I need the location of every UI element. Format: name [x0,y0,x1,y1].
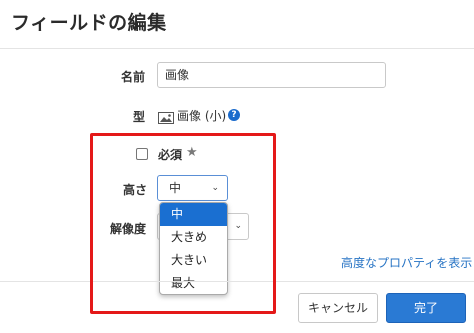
image-icon [158,109,174,128]
required-label: 必須 [158,148,183,162]
name-input[interactable]: 画像 [157,62,386,88]
chevron-down-icon: ⌄ [234,221,242,231]
header-divider [0,48,474,49]
dropdown-option[interactable]: 大きめ [160,226,227,249]
dropdown-option[interactable]: 大きい [160,249,227,272]
help-icon[interactable]: ? [228,109,240,121]
name-label: 名前 [121,70,146,84]
done-button[interactable]: 完了 [386,293,466,323]
height-label: 高さ [123,183,148,197]
type-label: 型 [133,110,146,124]
dropdown-option[interactable]: 中 [160,203,227,226]
resolution-label: 解像度 [110,222,147,236]
star-icon: ★ [186,145,198,160]
dialog-title: フィールドの編集 [11,12,167,34]
footer-divider [0,281,474,282]
cancel-button[interactable]: キャンセル [298,293,378,323]
type-value: 画像 (小) [177,109,227,123]
chevron-down-icon: ⌄ [211,183,219,193]
dropdown-option[interactable]: 最大 [160,272,227,294]
required-checkbox[interactable] [136,148,148,160]
advanced-properties-link[interactable]: 高度なプロパティを表示 [341,254,472,271]
height-select[interactable]: 中 ⌄ [157,175,228,201]
height-select-value: 中 [169,181,182,195]
